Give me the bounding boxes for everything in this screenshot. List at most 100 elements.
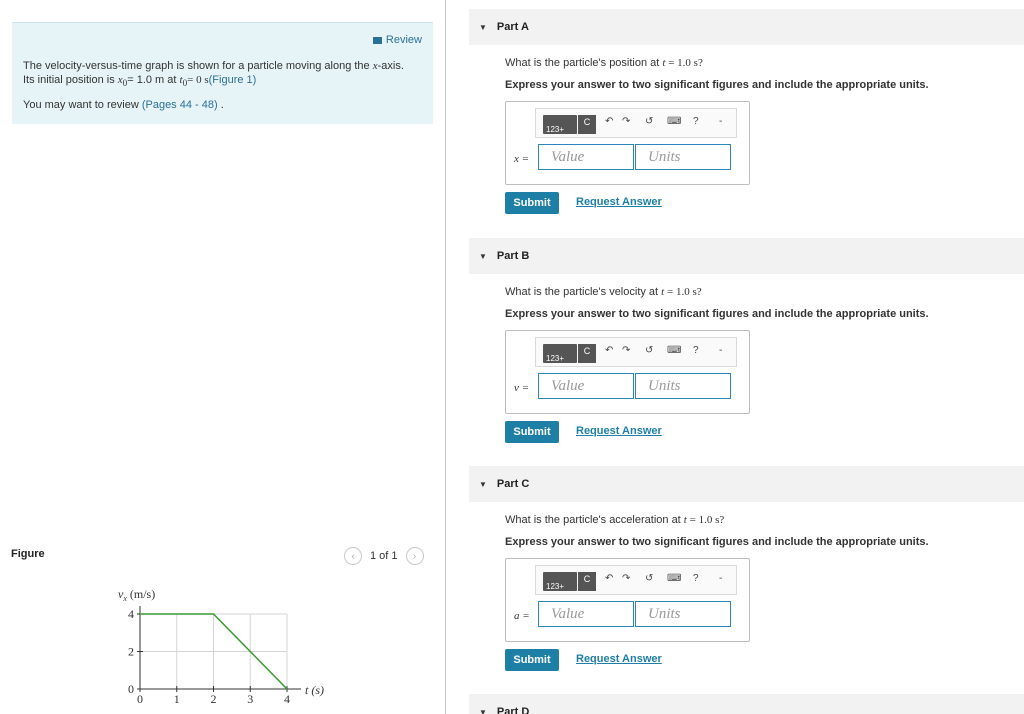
redo-icon[interactable]: ↷	[622, 116, 630, 127]
undo-icon[interactable]: ↶	[605, 345, 613, 356]
pages-link[interactable]: (Pages 44 - 48)	[142, 99, 218, 111]
question-prefix: What is the particle's position at	[505, 57, 663, 69]
minus-icon[interactable]: -	[719, 345, 722, 356]
templates-label: 123+	[546, 354, 565, 363]
page-count: 1 of 1	[370, 550, 398, 562]
figure-link[interactable]: (Figure 1)	[209, 74, 257, 86]
figure-label: Figure	[11, 548, 45, 560]
review-text: You may want to review	[23, 99, 142, 111]
review-label: Review	[385, 34, 422, 46]
review-end: .	[217, 99, 224, 111]
help-icon[interactable]: ?	[693, 116, 699, 127]
part-header[interactable]: ▼ Part C	[469, 466, 1024, 502]
book-icon	[372, 36, 382, 44]
units-input[interactable]: Units	[635, 601, 731, 627]
question-value: = 1.0 s	[664, 286, 697, 298]
problem-intro: Review The velocity-versus-time graph is…	[12, 22, 433, 124]
equation-toolbar: 123+ C ↶ ↷ ↺ ⌨? -	[535, 565, 737, 595]
instruction-text: Express your answer to two significant f…	[505, 308, 929, 320]
minus-icon[interactable]: -	[719, 573, 722, 584]
equation-toolbar: 123+ C ↶ ↷ ↺ ⌨? -	[535, 108, 737, 138]
undo-icon[interactable]: ↶	[605, 116, 613, 127]
figure-pager: ‹ 1 of 1 ›	[344, 547, 424, 565]
reset-icon[interactable]: ↺	[645, 573, 653, 584]
part-header[interactable]: ▼ Part B	[469, 238, 1024, 274]
problem-pane: Review The velocity-versus-time graph is…	[0, 0, 446, 714]
answer-variable: x =	[514, 153, 530, 165]
question-value: = 1.0 s	[686, 514, 720, 526]
units-button[interactable]: C	[578, 344, 596, 363]
problem-text: The velocity-versus-time graph is shown …	[23, 60, 373, 72]
x-tick-label: 2	[211, 692, 217, 706]
answer-input-box: 123+ C ↶ ↷ ↺ ⌨? - x = Value Units	[505, 101, 750, 185]
value-input[interactable]: Value	[538, 601, 634, 627]
review-link[interactable]: Review	[372, 34, 422, 46]
request-answer-link[interactable]: Request Answer	[576, 425, 662, 437]
help-icon[interactable]: ?	[693, 345, 699, 356]
redo-icon[interactable]: ↷	[622, 573, 630, 584]
keyboard-icon[interactable]: ⌨	[667, 345, 681, 356]
chevron-right-icon[interactable]: ›	[405, 547, 424, 565]
reset-icon[interactable]: ↺	[645, 116, 653, 127]
x0-value: = 1.0 m at	[127, 74, 180, 86]
value-input[interactable]: Value	[538, 144, 634, 170]
caret-down-icon[interactable]: ▼	[479, 23, 487, 32]
minus-icon[interactable]: -	[719, 116, 722, 127]
x-tick-label: 0	[137, 692, 143, 706]
y-tick-label: 4	[128, 607, 134, 621]
caret-down-icon[interactable]: ▼	[479, 480, 487, 489]
part-header[interactable]: ▼ Part D	[469, 694, 1024, 714]
part-header[interactable]: ▼ Part A	[469, 9, 1024, 45]
part-title: Part B	[496, 250, 530, 262]
units-button[interactable]: C	[578, 115, 596, 134]
request-answer-link[interactable]: Request Answer	[576, 653, 662, 665]
undo-icon[interactable]: ↶	[605, 573, 613, 584]
units-input[interactable]: Units	[635, 373, 731, 399]
answer-input-box: 123+ C ↶ ↷ ↺ ⌨? - v = Value Units	[505, 330, 750, 414]
redo-icon[interactable]: ↷	[622, 345, 630, 356]
y-axis-label: vx (m/s)	[118, 587, 155, 603]
question-end: ?	[719, 514, 725, 526]
reset-icon[interactable]: ↺	[645, 345, 653, 356]
submit-button[interactable]: Submit	[505, 192, 559, 214]
y-tick-label: 0	[128, 682, 134, 696]
x-tick-label: 4	[284, 692, 290, 706]
answer-variable: a =	[514, 610, 530, 622]
x-tick-label: 1	[174, 692, 180, 706]
templates-button[interactable]: 123+	[543, 115, 577, 134]
submit-button[interactable]: Submit	[505, 421, 559, 443]
chevron-left-icon[interactable]: ‹	[344, 547, 362, 565]
units-button[interactable]: C	[578, 572, 596, 591]
question-end: ?	[696, 286, 702, 298]
caret-down-icon[interactable]: ▼	[479, 708, 487, 714]
help-icon[interactable]: ?	[693, 573, 699, 584]
keyboard-icon[interactable]: ⌨	[667, 573, 681, 584]
part-title: Part A	[496, 21, 529, 33]
question-prefix: What is the particle's velocity at	[505, 286, 662, 298]
caret-down-icon[interactable]: ▼	[479, 252, 487, 261]
templates-label: 123+	[546, 125, 565, 134]
answer-pane: ▼ Part A What is the particle's position a…	[469, 0, 1024, 714]
review-pages: You may want to review (Pages 44 - 48) .	[23, 99, 224, 111]
question-prefix: What is the particle's acceleration at	[505, 514, 684, 526]
request-answer-link[interactable]: Request Answer	[576, 196, 662, 208]
instruction-text: Express your answer to two significant f…	[505, 536, 929, 548]
y-tick-label: 2	[128, 645, 134, 659]
x-axis-label: t (s)	[305, 683, 324, 697]
part-title: Part C	[496, 478, 530, 490]
submit-button[interactable]: Submit	[505, 649, 559, 671]
question-text: What is the particle's velocity at t = 1…	[505, 286, 702, 298]
problem-statement: The velocity-versus-time graph is shown …	[23, 59, 413, 90]
equation-toolbar: 123+ C ↶ ↷ ↺ ⌨? -	[535, 337, 737, 367]
templates-button[interactable]: 123+	[543, 344, 577, 363]
value-input[interactable]: Value	[538, 373, 634, 399]
question-text: What is the particle's position at t = 1…	[505, 57, 703, 69]
question-text: What is the particle's acceleration at t…	[505, 514, 724, 526]
question-end: ?	[697, 57, 703, 69]
units-input[interactable]: Units	[635, 144, 731, 170]
templates-label: 123+	[546, 582, 565, 591]
y-label-unit: (m/s)	[127, 587, 155, 601]
templates-button[interactable]: 123+	[543, 572, 577, 591]
keyboard-icon[interactable]: ⌨	[667, 116, 681, 127]
x-tick-label: 3	[247, 692, 253, 706]
